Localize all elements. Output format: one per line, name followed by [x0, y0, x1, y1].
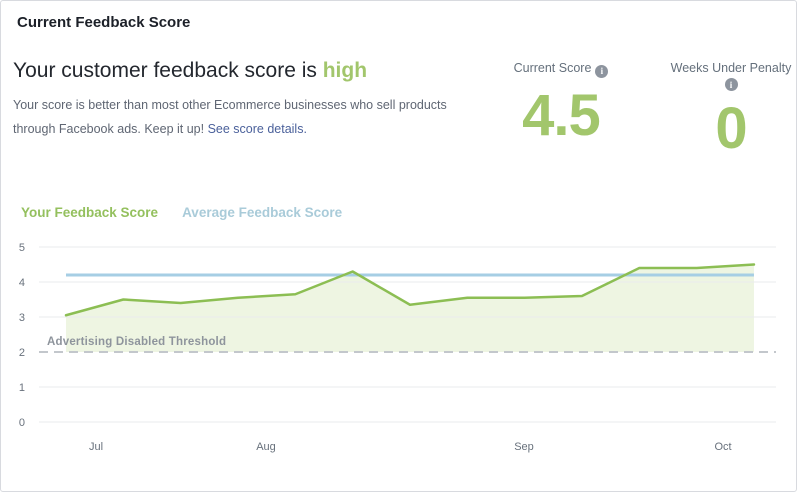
- feedback-chart-svg: 0 1 2 3 4 5 Advertising Disabled Threshold Jul A…: [1, 233, 797, 471]
- info-icon[interactable]: i: [595, 65, 608, 78]
- headline-status: high: [323, 59, 367, 82]
- legend-average-feedback-score: Average Feedback Score: [182, 205, 342, 220]
- stat-current-score-label: Current Score: [514, 61, 592, 75]
- stat-weeks-under-penalty-label-row: Weeks Under Penalty i: [651, 61, 797, 91]
- stats: Current Scorei 4.5 Weeks Under Penalty i…: [471, 61, 797, 158]
- headline: Your customer feedback score is high: [13, 59, 367, 83]
- svg-text:Jul: Jul: [89, 441, 103, 453]
- stat-current-score: Current Scorei 4.5: [471, 61, 651, 158]
- chart-legend: Your Feedback Score Average Feedback Sco…: [21, 205, 342, 220]
- svg-text:Sep: Sep: [514, 441, 534, 453]
- svg-text:2: 2: [19, 347, 25, 359]
- stat-current-score-label-row: Current Scorei: [471, 61, 651, 78]
- svg-text:Aug: Aug: [256, 441, 276, 453]
- description: Your score is better than most other Eco…: [13, 93, 463, 141]
- svg-text:1: 1: [19, 382, 25, 394]
- legend-your-feedback-score: Your Feedback Score: [21, 205, 158, 220]
- stat-weeks-under-penalty: Weeks Under Penalty i 0: [651, 61, 797, 158]
- svg-text:Oct: Oct: [714, 441, 731, 453]
- feedback-score-card: Current Feedback Score Your customer fee…: [0, 0, 797, 492]
- stat-current-score-value: 4.5: [471, 87, 651, 145]
- svg-text:4: 4: [19, 277, 25, 289]
- svg-text:0: 0: [19, 417, 25, 429]
- svg-text:Advertising Disabled Threshold: Advertising Disabled Threshold: [47, 336, 226, 348]
- svg-text:5: 5: [19, 242, 25, 254]
- stat-weeks-under-penalty-value: 0: [651, 100, 797, 158]
- card-title: Current Feedback Score: [17, 14, 190, 31]
- feedback-chart: 0 1 2 3 4 5 Advertising Disabled Threshold Jul A…: [1, 233, 797, 471]
- svg-text:3: 3: [19, 312, 25, 324]
- headline-text: Your customer feedback score is: [13, 59, 323, 82]
- info-icon[interactable]: i: [725, 78, 738, 91]
- stat-weeks-under-penalty-label: Weeks Under Penalty: [671, 61, 792, 75]
- see-score-details-link[interactable]: See score details.: [208, 122, 307, 136]
